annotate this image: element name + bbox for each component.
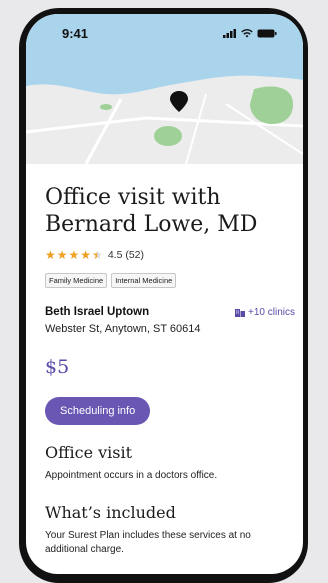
whats-included-text: Your Surest Plan includes these services… (45, 530, 251, 555)
clinic-address: Webster St, Anytown, ST 60614 (45, 323, 201, 335)
star-full-icon: ★ (68, 248, 80, 262)
more-clinics-link[interactable]: +10 clinics (235, 307, 295, 318)
office-visit-text: Appointment occurs in a doctors office. (45, 470, 218, 481)
battery-icon (257, 29, 277, 37)
star-full-icon: ★ (80, 248, 92, 262)
specialty-tags: Family Medicine Internal Medicine (45, 273, 295, 288)
clinic-row: Beth Israel Uptown +10 clinics (45, 306, 295, 318)
scheduling-info-button[interactable]: Scheduling info (45, 397, 151, 425)
provider-detail: Office visit with Bernard Lowe, MD ★ ★ ★… (45, 184, 295, 557)
more-clinics-label: +10 clinics (248, 306, 295, 318)
whats-included-heading: What’s included (45, 503, 176, 522)
status-time: 9:41 (62, 25, 89, 41)
price: $5 (45, 356, 70, 378)
wifi-icon (241, 28, 253, 37)
rating: ★ ★ ★ ★ ★★ 4.5 (52) (45, 249, 295, 261)
star-half-icon: ★★ (92, 248, 103, 262)
status-bar: 9:41 (26, 14, 303, 52)
specialty-tag: Internal Medicine (111, 273, 177, 288)
signal-icon (223, 28, 236, 38)
app-screen: 9:41 Office visit with Bernard Lowe, MD … (26, 14, 303, 574)
building-icon (235, 308, 246, 317)
clinic-name: Beth Israel Uptown (45, 306, 150, 318)
office-visit-heading: Office visit (45, 443, 133, 462)
page-title: Office visit with Bernard Lowe, MD (45, 185, 258, 237)
specialty-tag: Family Medicine (45, 273, 108, 288)
rating-value: 4.5 (52) (107, 249, 145, 261)
star-full-icon: ★ (45, 248, 56, 262)
star-full-icon: ★ (56, 248, 68, 262)
